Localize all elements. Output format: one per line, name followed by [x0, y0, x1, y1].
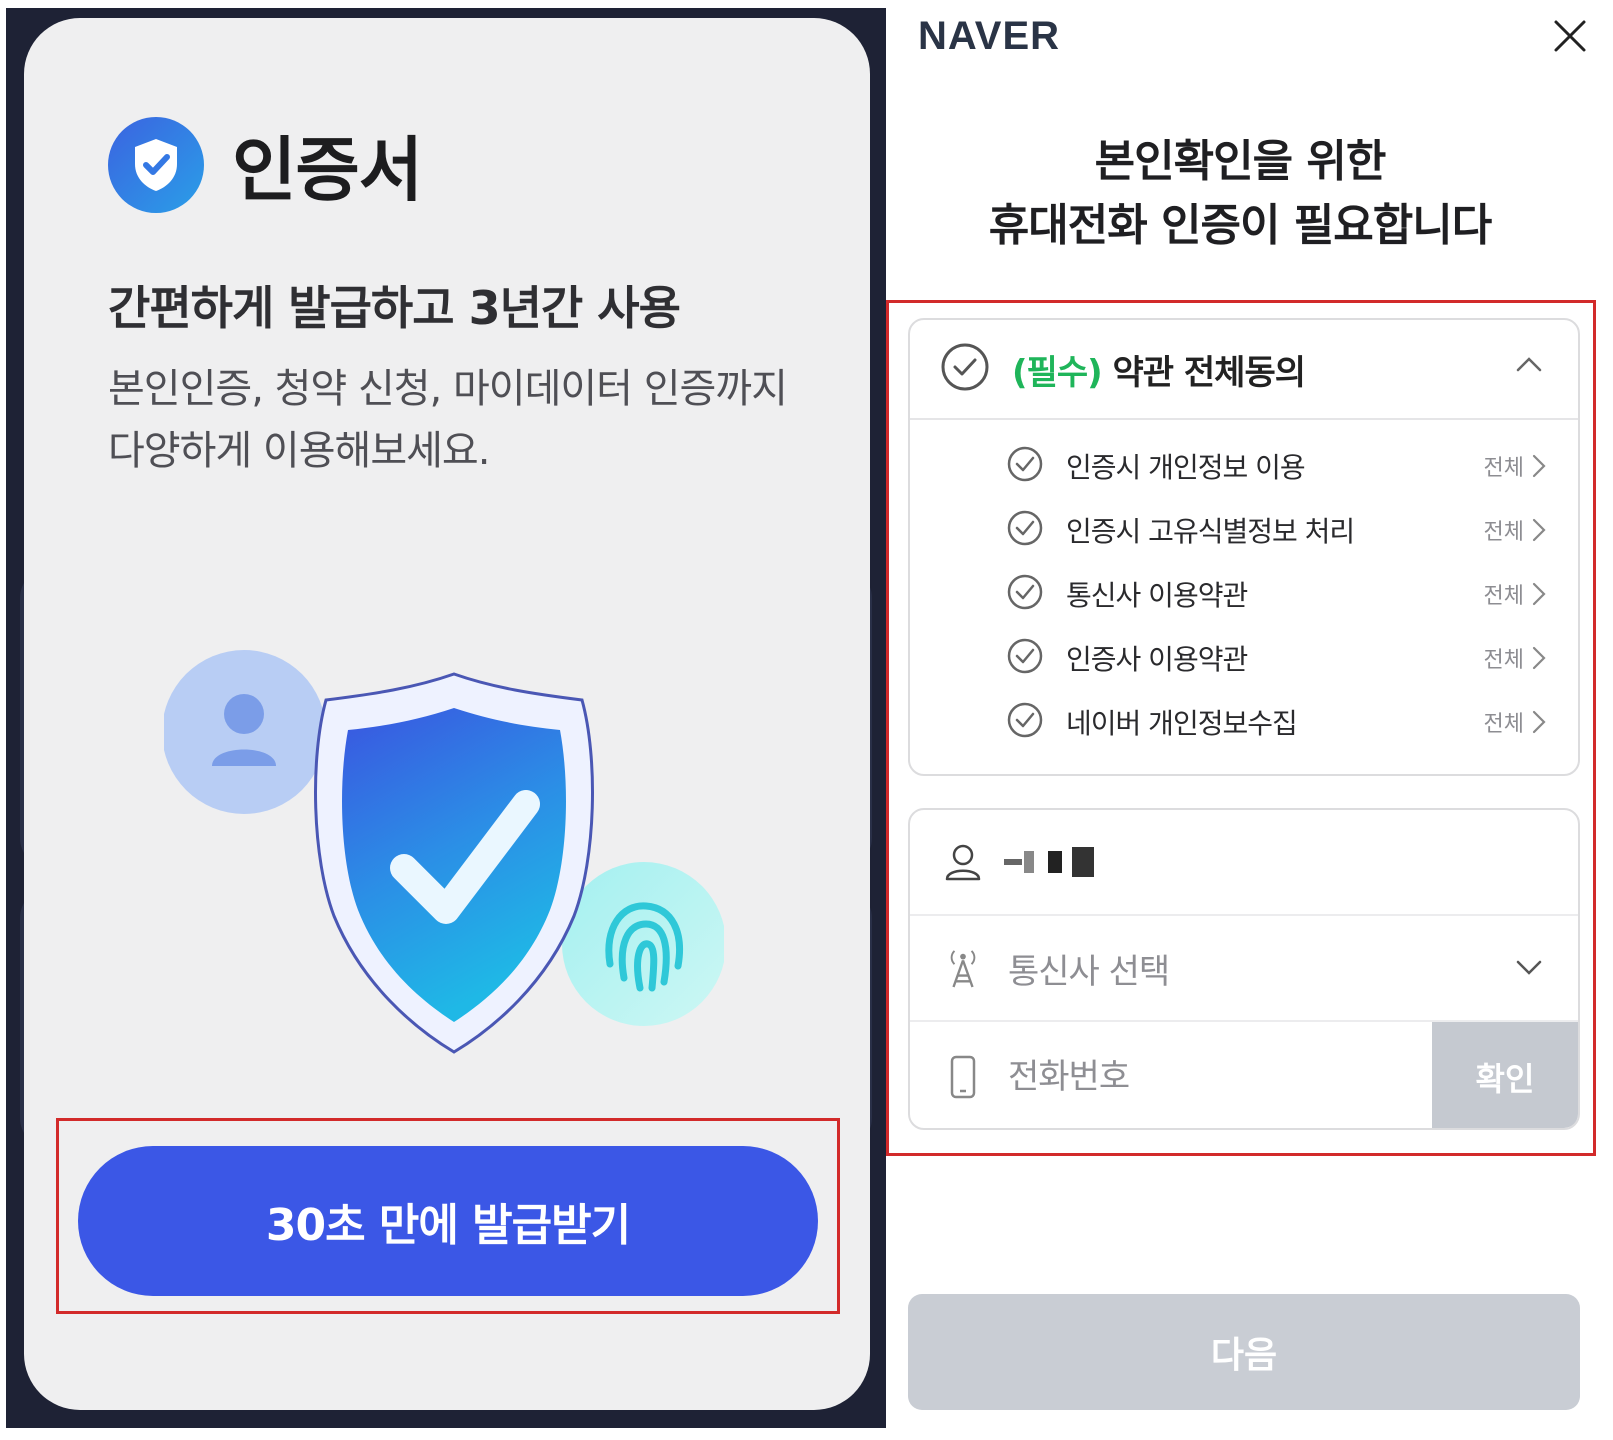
all-agree-row[interactable]: (필수) 약관 전체동의: [910, 320, 1578, 420]
term-label: 인증사 이용약관: [1066, 643, 1248, 676]
description-line-2: 다양하게 이용해보세요.: [108, 428, 490, 474]
chevron-down-icon[interactable]: [1516, 960, 1542, 980]
shield-illustration: [162, 648, 726, 1072]
chevron-right-icon: [1532, 454, 1546, 478]
phone-number-input[interactable]: [1008, 1057, 1388, 1097]
naver-logo: NAVER: [918, 14, 1061, 58]
name-field[interactable]: [910, 810, 1578, 916]
person-icon: [944, 842, 982, 882]
term-item[interactable]: 네이버 개인정보수집 전체: [1006, 698, 1546, 746]
description-line-1: 본인인증, 청약 신청, 마이데이터 인증까지: [108, 366, 788, 412]
mobile-phone-icon: [944, 1055, 982, 1099]
check-circle-icon[interactable]: [940, 342, 990, 396]
certificate-logo-row: 인증서: [108, 114, 423, 215]
term-view-all-text: 전체: [1483, 648, 1524, 673]
chevron-right-icon: [1532, 518, 1546, 542]
certificate-description: 본인인증, 청약 신청, 마이데이터 인증까지 다양하게 이용해보세요.: [108, 358, 828, 482]
term-view-all-text: 전체: [1483, 520, 1524, 545]
check-circle-icon[interactable]: [1006, 445, 1044, 487]
term-view-all-text: 전체: [1483, 584, 1524, 609]
term-view-all-link[interactable]: 전체: [1484, 706, 1546, 738]
all-agree-label: (필수) 약관 전체동의: [1012, 345, 1306, 394]
highlight-frame-cta: [56, 1118, 840, 1314]
page-title: 본인확인을 위한 휴대전화 인증이 필요합니다: [900, 130, 1580, 258]
chevron-up-icon[interactable]: [1516, 356, 1542, 376]
term-item[interactable]: 인증시 고유식별정보 처리 전체: [1006, 506, 1546, 554]
term-view-all-text: 전체: [1483, 712, 1524, 737]
term-item[interactable]: 인증시 개인정보 이용 전체: [1006, 442, 1546, 490]
next-button[interactable]: 다음: [908, 1294, 1580, 1410]
term-label: 통신사 이용약관: [1066, 579, 1248, 612]
check-circle-icon[interactable]: [1006, 573, 1044, 615]
term-label: 인증시 고유식별정보 처리: [1066, 515, 1355, 548]
close-icon: [1554, 20, 1586, 52]
check-circle-icon[interactable]: [1006, 509, 1044, 551]
required-tag: (필수): [1012, 352, 1103, 393]
antenna-icon: [944, 946, 982, 990]
verification-form: 통신사 선택 확인: [908, 808, 1580, 1130]
term-item[interactable]: 통신사 이용약관 전체: [1006, 570, 1546, 618]
carrier-placeholder: 통신사 선택: [1008, 951, 1170, 992]
name-value-redacted: [1004, 847, 1094, 877]
carrier-select[interactable]: 통신사 선택: [910, 916, 1578, 1022]
confirm-button[interactable]: 확인: [1432, 1022, 1578, 1128]
term-view-all-link[interactable]: 전체: [1484, 514, 1546, 546]
term-view-all-link[interactable]: 전체: [1484, 450, 1546, 482]
fingerprint-icon: [562, 862, 726, 1026]
term-view-all-text: 전체: [1483, 456, 1524, 481]
phone-row: 확인: [910, 1022, 1578, 1128]
page-title-line-1: 본인확인을 위한: [1094, 136, 1387, 187]
check-circle-icon[interactable]: [1006, 637, 1044, 679]
chevron-right-icon: [1532, 710, 1546, 734]
terms-panel: (필수) 약관 전체동의 인증시 개인정보 이용 전체 인증시 고유식별정보 처…: [908, 318, 1580, 776]
all-agree-text: 약관 전체동의: [1112, 352, 1306, 393]
person-icon: [162, 650, 326, 814]
certificate-headline: 간편하게 발급하고 3년간 사용: [108, 281, 681, 335]
left-footer-strip: [6, 1398, 886, 1420]
check-circle-icon[interactable]: [1006, 701, 1044, 743]
shield-check-icon: [108, 116, 204, 213]
term-item[interactable]: 인증사 이용약관 전체: [1006, 634, 1546, 682]
chevron-right-icon: [1532, 582, 1546, 606]
term-label: 인증시 개인정보 이용: [1066, 451, 1306, 484]
term-view-all-link[interactable]: 전체: [1484, 578, 1546, 610]
page-title-line-2: 휴대전화 인증이 필요합니다: [988, 200, 1492, 251]
term-label: 네이버 개인정보수집: [1066, 707, 1298, 740]
term-view-all-link[interactable]: 전체: [1484, 642, 1546, 674]
chevron-right-icon: [1532, 646, 1546, 670]
shield-icon: [314, 672, 594, 1054]
close-button[interactable]: [1550, 16, 1590, 56]
certificate-title: 인증서: [232, 129, 423, 211]
